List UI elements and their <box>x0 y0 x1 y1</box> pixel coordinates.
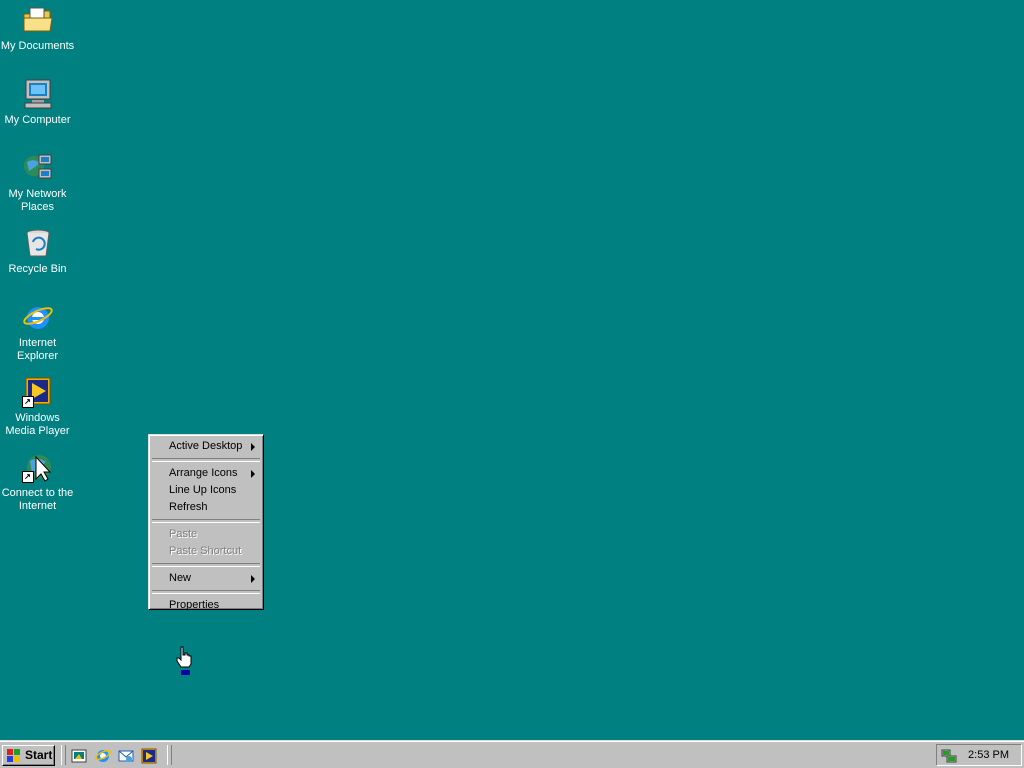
menu-item-label: Line Up Icons <box>169 484 237 496</box>
media-player-icon: ↗ <box>21 376 54 408</box>
submenu-arrow-icon <box>251 470 255 478</box>
menu-item-refresh[interactable]: Refresh <box>151 499 261 516</box>
desktop-icon-label: Recycle Bin <box>8 263 67 275</box>
menu-item-label: Refresh <box>169 501 208 513</box>
system-tray: 2:53 PM <box>936 744 1022 766</box>
desktop-icon-label: My Documents <box>0 40 75 52</box>
desktop-icon-windows-media-player[interactable]: ↗ Windows Media Player <box>0 376 75 438</box>
menu-item-label: Active Desktop <box>169 440 243 452</box>
taskbar: Start 2:53 PM <box>0 740 1024 768</box>
internet-explorer-icon[interactable] <box>95 748 111 764</box>
menu-item-new[interactable]: New <box>151 570 261 587</box>
menu-item-paste-shortcut: Paste Shortcut <box>151 543 261 560</box>
taskbar-clock[interactable]: 2:53 PM <box>968 749 1009 761</box>
menu-item-label: Paste <box>169 528 198 540</box>
internet-explorer-icon <box>22 301 54 333</box>
network-places-icon <box>22 152 54 184</box>
menu-separator <box>152 519 260 523</box>
desktop-icon-internet-explorer[interactable]: Internet Explorer <box>0 301 75 363</box>
folder-documents-icon <box>22 4 54 36</box>
submenu-arrow-icon <box>251 443 255 451</box>
menu-item-line-up-icons[interactable]: Line Up Icons <box>151 482 261 499</box>
menu-item-label: Paste Shortcut <box>169 545 242 557</box>
menu-item-paste: Paste <box>151 526 261 543</box>
submenu-arrow-icon <box>251 575 255 583</box>
menu-separator <box>152 563 260 567</box>
shortcut-arrow-icon: ↗ <box>21 396 34 408</box>
recycle-bin-icon <box>22 227 54 259</box>
desktop-icon-my-computer[interactable]: My Computer <box>0 78 75 127</box>
desktop-icon-label: Connect to the Internet <box>1 487 74 512</box>
menu-item-properties[interactable]: Properties <box>151 597 261 614</box>
menu-separator <box>152 590 260 594</box>
outlook-express-icon[interactable] <box>118 748 134 764</box>
start-label: Start <box>25 748 53 762</box>
start-button[interactable]: Start <box>2 745 55 766</box>
windows-logo-icon <box>7 749 20 762</box>
computer-icon <box>22 78 54 110</box>
desktop-icon-recycle-bin[interactable]: Recycle Bin <box>0 227 75 276</box>
desktop-icon-label: My Network Places <box>8 188 67 213</box>
desktop-icon-my-network-places[interactable]: My Network Places <box>0 152 75 214</box>
toolbar-grip[interactable] <box>167 745 172 765</box>
menu-separator <box>152 458 260 462</box>
menu-item-arrange-icons[interactable]: Arrange Icons <box>151 465 261 482</box>
network-status-icon[interactable] <box>941 748 957 764</box>
shortcut-arrow-icon: ↗ <box>21 471 34 483</box>
toolbar-grip[interactable] <box>61 745 66 765</box>
desktop-icon-label: My Computer <box>4 114 71 126</box>
desktop-icon-connect-to-the-internet[interactable]: ↗ Connect to the Internet <box>0 451 75 513</box>
desktop[interactable]: My Documents My Computer My Network Plac… <box>0 0 1024 740</box>
connect-internet-icon: ↗ <box>21 451 54 483</box>
media-player-icon[interactable] <box>141 748 157 764</box>
desktop-icon-label: Internet Explorer <box>17 337 58 362</box>
hand-cursor-icon <box>176 646 194 676</box>
desktop-icon-label: Windows Media Player <box>5 412 70 437</box>
menu-item-label: New <box>169 572 192 584</box>
show-desktop-icon[interactable] <box>71 748 87 764</box>
menu-item-label: Arrange Icons <box>169 467 238 479</box>
menu-item-label: Properties <box>169 599 220 611</box>
desktop-context-menu: Active Desktop Arrange Icons Line Up Ico… <box>148 434 264 611</box>
menu-item-active-desktop[interactable]: Active Desktop <box>151 438 261 455</box>
desktop-icon-my-documents[interactable]: My Documents <box>0 4 75 53</box>
